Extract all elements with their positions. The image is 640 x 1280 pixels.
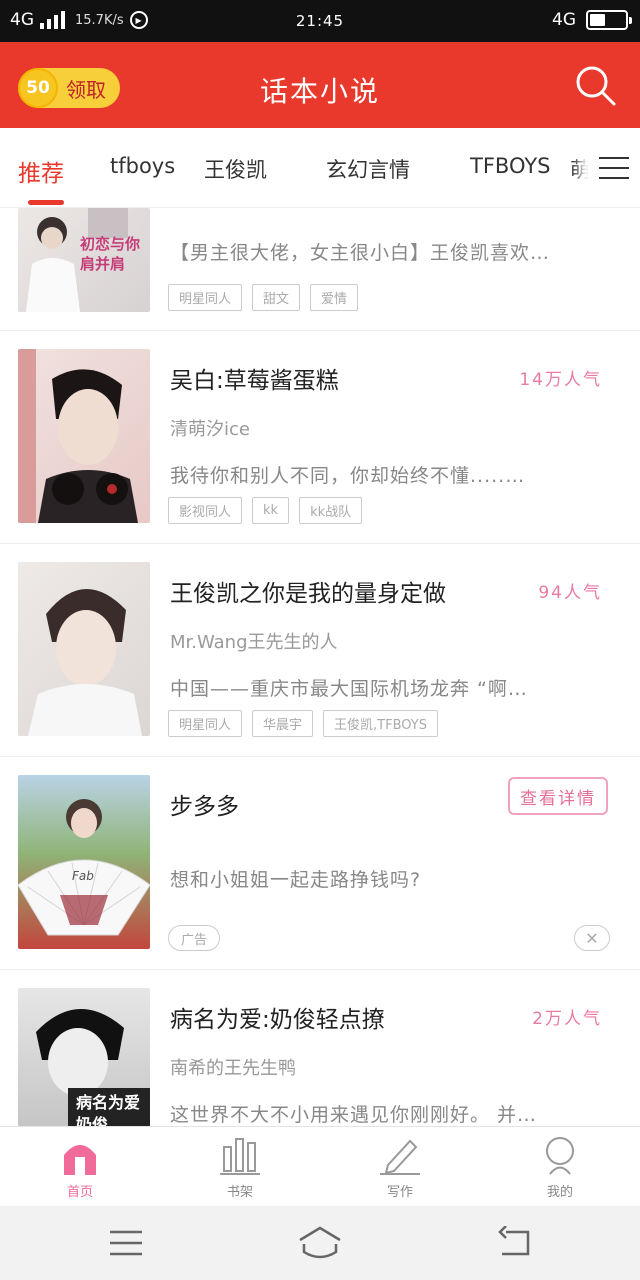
tag[interactable]: 甜文 <box>252 284 301 311</box>
bookshelf-icon <box>220 1138 260 1175</box>
battery-icon <box>586 10 632 30</box>
nav-home[interactable]: 首页 <box>30 1135 130 1205</box>
menu-button[interactable] <box>106 1226 146 1260</box>
home-button[interactable] <box>296 1226 344 1260</box>
tag[interactable]: kk <box>252 497 290 524</box>
cover-illustration <box>18 349 138 523</box>
back-button[interactable] <box>496 1225 536 1260</box>
tab-fantasy-romance[interactable]: 玄幻言情 <box>326 154 410 184</box>
tag[interactable]: 明星同人 <box>168 284 243 311</box>
cover-image[interactable] <box>18 349 150 523</box>
tag-list: 明星同人 甜文 爱情 <box>168 284 359 311</box>
tag[interactable]: 王俊凯,TFBOYS <box>323 710 438 737</box>
tag-list: 明星同人 华晨宇 王俊凯,TFBOYS <box>168 710 438 737</box>
ad-description: 想和小姐姐一起走路挣钱吗? <box>170 869 422 891</box>
tag[interactable]: 华晨宇 <box>252 710 314 737</box>
nav-profile[interactable]: 我的 <box>510 1135 610 1205</box>
tag[interactable]: 影视同人 <box>168 497 243 524</box>
status-bar: 4G 15.7K/s ▶ 21:45 4G <box>0 0 640 42</box>
system-navigation <box>0 1206 640 1280</box>
tag[interactable]: kk战队 <box>299 497 363 524</box>
nav-home-label: 首页 <box>66 1185 93 1200</box>
cover-title: 初恋与你肩并肩 <box>80 235 141 273</box>
tag[interactable]: 明星同人 <box>168 710 243 737</box>
clock: 21:45 <box>295 12 345 30</box>
home-icon <box>64 1145 96 1175</box>
list-item[interactable]: 初恋与你肩并肩 【男主很大佬，女主很小白】王俊凯喜欢… 明星同人 甜文 爱情 <box>0 208 640 331</box>
item-title[interactable]: 王俊凯之你是我的量身定做 <box>170 574 446 608</box>
tag[interactable]: 爱情 <box>310 284 359 311</box>
tab-wangjunkai[interactable]: 王俊凯 <box>204 154 267 184</box>
pencil-icon <box>380 1139 420 1175</box>
nav-profile-label: 我的 <box>546 1185 573 1200</box>
ad-label: 广告 <box>168 925 221 951</box>
nav-writing-label: 写作 <box>386 1185 413 1200</box>
popularity-count: 14万人气 <box>519 370 602 390</box>
author-name[interactable]: 南希的王先生鸭 <box>170 1054 296 1080</box>
tab-menu-button[interactable] <box>588 128 640 207</box>
list-item[interactable]: 吴白:草莓酱蛋糕 14万人气 清萌汐ice 我待你和别人不同，你却始终不懂...… <box>0 331 640 544</box>
cover-image[interactable] <box>18 562 150 736</box>
cover-image[interactable]: 病名为爱 奶俊 <box>18 988 150 1126</box>
close-ad-button[interactable]: ✕ <box>574 925 610 951</box>
ad-illustration <box>18 799 150 936</box>
close-icon: ✕ <box>585 928 599 948</box>
item-title[interactable]: 吴白:草莓酱蛋糕 <box>170 361 339 395</box>
author-name[interactable]: Mr.Wang王先生的人 <box>170 628 338 654</box>
list-item[interactable]: 病名为爱 奶俊 病名为爱:奶俊轻点撩 2万人气 南希的王先生鸭 这世界不大不小用… <box>0 970 640 1126</box>
app-title: 话本小说 <box>259 75 380 108</box>
ad-item[interactable]: Fab 步多多 查看详情 想和小姐姐一起走路挣钱吗? 广告 ✕ <box>0 757 640 970</box>
active-tab-indicator <box>28 200 64 205</box>
status-right: 4G <box>552 10 632 30</box>
popularity-count: 94人气 <box>538 583 602 603</box>
cover-title: 病名为爱 奶俊 <box>76 1093 141 1126</box>
cover-illustration <box>28 588 142 736</box>
home-outline-icon <box>299 1226 341 1259</box>
back-icon <box>498 1225 530 1256</box>
popularity-count: 2万人气 <box>532 1009 602 1029</box>
network-label-right: 4G <box>552 10 576 30</box>
nav-bookshelf[interactable]: 书架 <box>190 1135 290 1205</box>
tab-tfboys[interactable]: tfboys <box>110 154 175 178</box>
tab-tfboys-upper[interactable]: TFBOYS <box>470 154 550 178</box>
item-description: 我待你和别人不同，你却始终不懂.....… <box>170 465 526 487</box>
item-description: 这世界不大不小用来遇见你刚刚好。 并… <box>170 1104 538 1126</box>
menu-icon <box>599 157 629 159</box>
nav-bookshelf-label: 书架 <box>226 1185 253 1200</box>
nav-writing[interactable]: 写作 <box>350 1135 450 1205</box>
cover-image[interactable]: 初恋与你肩并肩 <box>18 208 150 312</box>
menu-icon <box>110 1230 142 1256</box>
view-details-button[interactable]: 查看详情 <box>508 777 608 815</box>
profile-icon <box>546 1137 574 1175</box>
tag-list: 影视同人 kk kk战队 <box>168 497 363 524</box>
search-icon <box>576 66 616 106</box>
search-button[interactable] <box>574 64 618 108</box>
tab-recommend[interactable]: 推荐 <box>18 154 64 188</box>
category-tabs: 推荐 tfboys 王俊凯 玄幻言情 TFBOYS 萌 <box>0 128 640 208</box>
item-description: 中国——重庆市最大国际机场龙奔 “啊… <box>170 678 528 700</box>
fan-text: Fab <box>72 869 94 883</box>
author-name[interactable]: 清萌汐ice <box>170 415 250 441</box>
item-description: 【男主很大佬，女主很小白】王俊凯喜欢… <box>170 242 551 264</box>
app-header: 50 领取 话本小说 <box>0 42 640 128</box>
novel-list: 初恋与你肩并肩 【男主很大佬，女主很小白】王俊凯喜欢… 明星同人 甜文 爱情 吴… <box>0 208 640 1126</box>
item-title[interactable]: 病名为爱:奶俊轻点撩 <box>170 1000 385 1034</box>
ad-image[interactable]: Fab <box>18 775 150 949</box>
bottom-navigation: 首页 书架 写作 我的 <box>0 1126 640 1206</box>
ad-title[interactable]: 步多多 <box>170 787 239 821</box>
list-item[interactable]: 王俊凯之你是我的量身定做 94人气 Mr.Wang王先生的人 中国——重庆市最大… <box>0 544 640 757</box>
